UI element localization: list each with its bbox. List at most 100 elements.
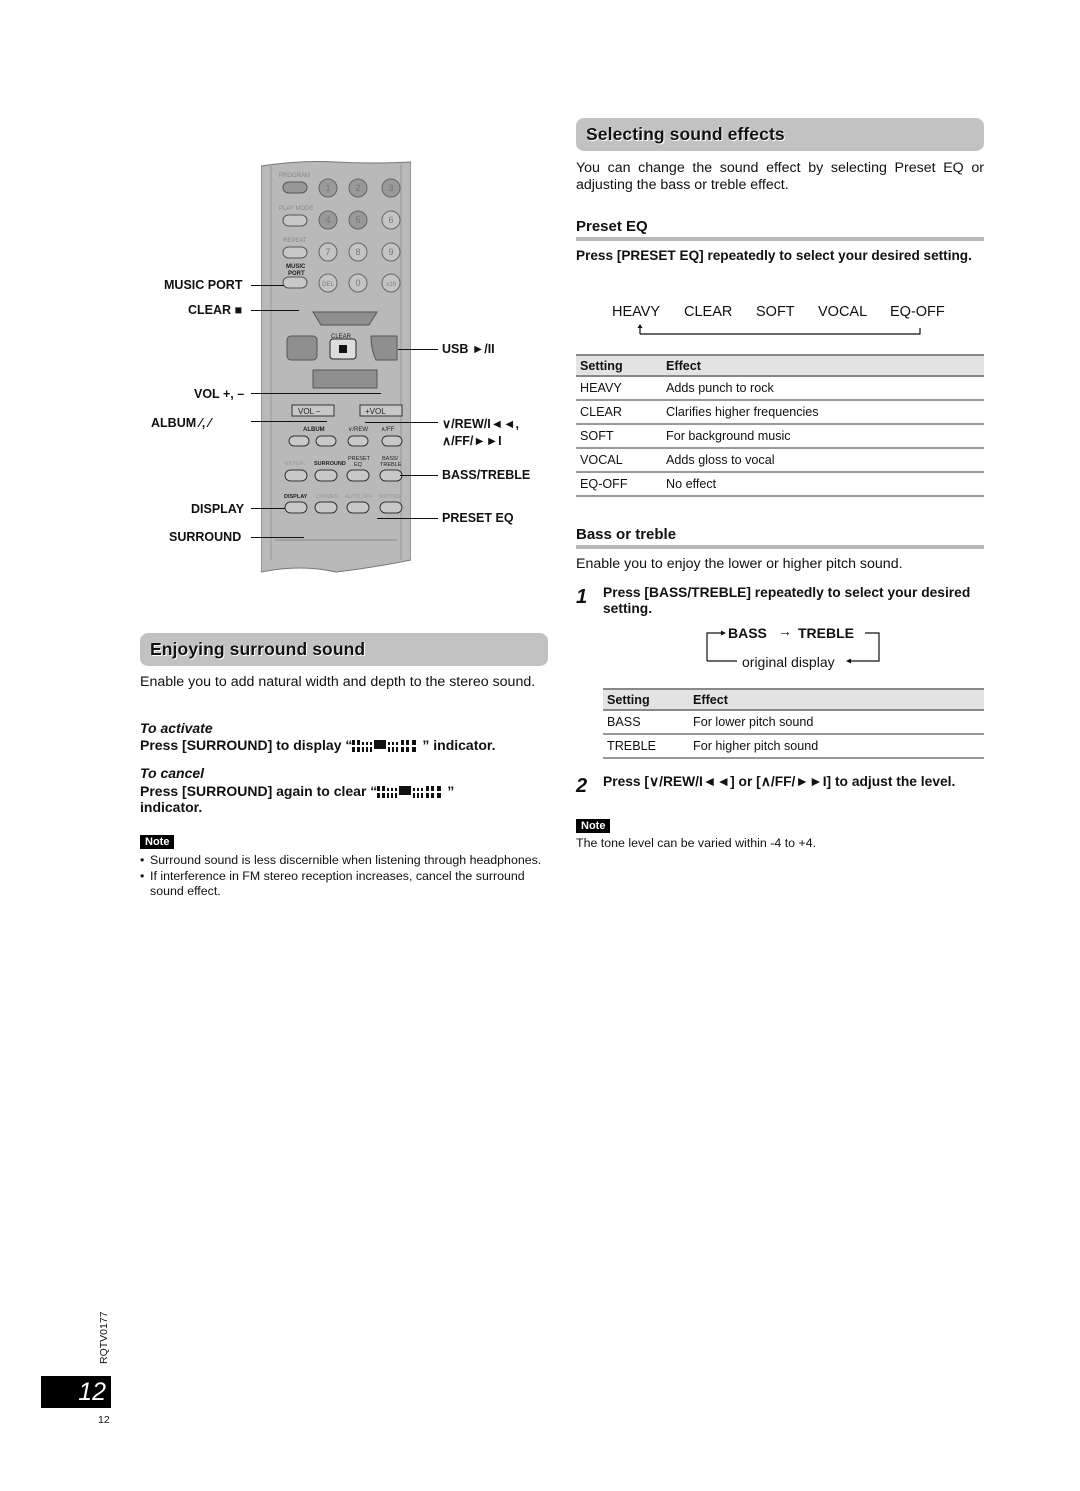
effect-cell: Clarifies higher frequencies [662, 400, 984, 425]
preset-eq-table: Setting Effect HEAVY Adds punch to rock C… [576, 354, 984, 497]
cycle-treble: TREBLE [798, 625, 854, 641]
section-title: Enjoying surround sound [150, 639, 366, 659]
activate-heading: To activate [140, 720, 213, 736]
step1-instruction: Press [BASS/TREBLE] repeatedly to select… [603, 585, 971, 616]
svg-text:5: 5 [355, 215, 360, 225]
leader-line [251, 508, 285, 509]
bass-treble-table: Setting Effect BASS For lower pitch sound… [603, 688, 984, 759]
table-header: Effect [689, 688, 984, 711]
svg-text:TREBLE: TREBLE [380, 462, 402, 468]
cycle-original-display: original display [742, 654, 835, 670]
effect-cell: For background music [662, 424, 984, 449]
svg-text:PROGRAM: PROGRAM [279, 173, 310, 179]
cancel-text-line2: indicator. [140, 799, 203, 815]
setting-cell: CLEAR [576, 400, 662, 425]
cycle-return-arrow-icon [637, 324, 921, 335]
svg-text:VOL −: VOL − [298, 407, 321, 416]
preset-eq-instruction: Press [PRESET EQ] repeatedly to select y… [576, 248, 972, 263]
leader-line [251, 310, 299, 311]
svg-text:CLEAR: CLEAR [331, 334, 352, 340]
setting-cell: HEAVY [576, 376, 662, 401]
svg-text:0: 0 [355, 278, 360, 288]
divider [576, 237, 984, 241]
svg-text:REPEAT: REPEAT [283, 238, 307, 244]
callout-surround: SURROUND [169, 530, 242, 544]
leader-line [251, 393, 381, 394]
cancel-text: Press [SURROUND] again to clear “ [140, 783, 378, 799]
leader-line [251, 421, 327, 422]
svg-text:ENTER: ENTER [285, 461, 304, 467]
svg-text:∨/REW: ∨/REW [348, 427, 368, 433]
document-code: RQTV0177 [98, 1311, 110, 1364]
svg-text:MUSIC: MUSIC [286, 264, 306, 270]
table-header: Effect [662, 354, 984, 377]
effects-intro: You can change the sound effect by selec… [576, 160, 984, 193]
section-header-surround: Enjoying surround sound [140, 633, 548, 666]
svg-text:PLAY MODE: PLAY MODE [279, 206, 313, 212]
setting-cell: EQ-OFF [576, 472, 662, 497]
svg-text:2: 2 [355, 183, 360, 193]
svg-text:EQ: EQ [354, 462, 363, 468]
surround-notes: • Surround sound is less discernible when… [140, 853, 548, 900]
table-row: HEAVY Adds punch to rock [576, 376, 984, 401]
svg-text:6: 6 [388, 215, 393, 225]
divider [576, 545, 984, 549]
cycle-arrow-icon: → [778, 623, 792, 639]
svg-text:DEL: DEL [322, 282, 334, 288]
table-row: TREBLE For higher pitch sound [603, 734, 984, 759]
activate-instruction: Press [SURROUND] to display “ ” indicator… [140, 737, 550, 753]
bass-treble-intro: Enable you to enjoy the lower or higher … [576, 556, 903, 572]
surround-intro: Enable you to add natural width and dept… [140, 674, 536, 690]
cancel-text-end: ” [447, 783, 455, 799]
leader-line [251, 537, 304, 538]
leader-line [400, 475, 438, 476]
table-row: SOFT For background music [576, 424, 984, 449]
surround-indicator-icon [377, 786, 442, 798]
svg-text:9: 9 [388, 247, 393, 257]
effect-cell: For lower pitch sound [689, 710, 984, 735]
step-number: 2 [576, 775, 588, 797]
cycle-item: VOCAL [818, 304, 868, 320]
cycle-item: SOFT [756, 304, 795, 320]
remote-control-illustration: PROGRAM PLAY MODE REPEAT MUSIC PORT 123 … [261, 161, 411, 573]
page-number-large: 12 [78, 1378, 106, 1406]
effect-cell: For higher pitch sound [689, 734, 984, 759]
step-number: 1 [576, 586, 588, 608]
table-header: Setting [576, 354, 662, 377]
callout-bass-treble: BASS/TREBLE [442, 468, 531, 482]
table-row: CLEAR Clarifies higher frequencies [576, 400, 984, 425]
leader-line [398, 349, 438, 350]
callout-preset-eq: PRESET EQ [442, 511, 514, 525]
section-header-effects: Selecting sound effects [576, 118, 984, 151]
svg-text:4: 4 [325, 215, 330, 225]
note-badge: Note [140, 835, 175, 849]
step2-instruction: Press [∨/REW/I◄◄] or [∧/FF/►►I] to adjus… [603, 774, 956, 789]
note-item: • If interference in FM stereo reception … [140, 868, 525, 899]
svg-text:3: 3 [388, 183, 393, 193]
callout-clear: CLEAR ■ [188, 303, 243, 317]
callout-rew: ∨/REW/I◄◄, [442, 417, 519, 431]
tone-level-note: The tone level can be varied within -4 t… [576, 836, 817, 850]
callout-vol: VOL +, – [194, 387, 245, 401]
table-row: EQ-OFF No effect [576, 472, 984, 497]
page-number-small: 12 [98, 1414, 110, 1426]
page-number-box: 12 [41, 1376, 111, 1408]
note-badge: Note [576, 819, 611, 833]
cancel-instruction: Press [SURROUND] again to clear “ ” indic… [140, 783, 550, 815]
svg-text:MUTING: MUTING [379, 494, 401, 500]
cycle-bass: BASS [728, 625, 767, 641]
svg-text:7: 7 [325, 247, 330, 257]
leader-line [377, 518, 438, 519]
cycle-item: HEAVY [612, 304, 661, 320]
setting-cell: BASS [603, 710, 689, 735]
svg-text:ALBUM: ALBUM [303, 427, 325, 433]
setting-cell: VOCAL [576, 448, 662, 473]
svg-text:DISPLAY: DISPLAY [284, 494, 308, 500]
svg-text:∧/FF: ∧/FF [381, 427, 395, 433]
activate-text: Press [SURROUND] to display “ [140, 737, 353, 753]
table-row: VOCAL Adds gloss to vocal [576, 448, 984, 473]
note-item: • Surround sound is less discernible when… [140, 853, 542, 867]
cycle-item: EQ-OFF [890, 304, 945, 320]
cycle-item: CLEAR [684, 304, 733, 320]
callout-music-port: MUSIC PORT [164, 278, 243, 292]
